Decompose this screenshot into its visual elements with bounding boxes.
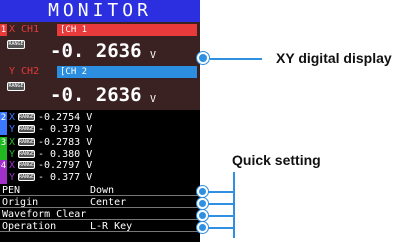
quick-setting-callout-line-4 [208,227,234,229]
ch3-x-unit: V [86,137,93,148]
ch3-y-line: Y RANGE - 0.380 V [9,149,92,160]
setting-pen-key: PEN [2,185,21,196]
ch3-y-unit: V [86,149,93,160]
ch1-y-label: Y CH2 [9,66,40,77]
ch1-tag: 1 [0,24,7,36]
xy-display-callout-dot [197,52,209,64]
ch3-x-line: X RANGE -0.2783 V [9,137,92,148]
quick-settings-panel: PEN Down Origin Center Waveform Clear Op… [0,185,200,242]
ch4-y-line: Y RANGE - 0.377 V [9,172,92,183]
ch4-x-unit: V [86,160,93,171]
quick-setting-callout-line-2 [208,203,234,205]
ch2-y-range-chip[interactable]: RANGE [18,125,35,133]
quick-setting-callout-label: Quick setting [232,152,321,168]
setting-pen-value: Down [90,185,115,196]
ch4-row: 4 X RANGE -0.2797 V Y RANGE - 0.377 V [0,160,200,185]
ch1-x-range-chip[interactable]: RANGE [7,40,25,49]
ch3-y-letter: Y [9,149,16,160]
quick-setting-dot-waveform [197,210,208,221]
quick-setting-callout-line-3 [208,215,234,217]
ch4-y-unit: V [86,172,93,183]
setting-pen[interactable]: PEN Down [0,185,200,196]
ch1-y-range-chip[interactable]: RANGE [7,82,25,91]
ch4-x-letter: X [9,160,16,171]
ch1-y-value: -0. 2636 [50,84,142,106]
setting-origin[interactable]: Origin Center [0,197,200,208]
ch4-x-range-chip[interactable]: RANGE [18,161,35,169]
ch1-x-value: -0. 2636 [50,40,142,62]
ch1-x-label: X CH1 [9,24,40,35]
ch1-y-name[interactable]: [CH 2 [57,66,197,78]
ch2-x-letter: X [9,112,16,123]
monitor-title: MONITOR [0,0,200,22]
ch4-y-value: - 0.377 [38,172,81,183]
ch2-x-range-chip[interactable]: RANGE [18,113,35,121]
setting-origin-value: Center [90,197,127,208]
ch2-y-letter: Y [9,124,16,135]
ch2-x-value: -0.2754 [38,112,81,123]
setting-waveform-clear-key: Waveform Clear [2,209,87,220]
ch4-x-value: -0.2797 [38,160,81,171]
setting-origin-key: Origin [2,197,39,208]
ch4-x-line: X RANGE -0.2797 V [9,160,92,171]
ch3-y-value: - 0.380 [38,149,81,160]
setting-waveform-clear[interactable]: Waveform Clear [0,209,200,220]
quick-setting-callout-line-1 [208,191,234,193]
ch3-y-range-chip[interactable]: RANGE [18,150,35,158]
ch2-y-value: - 0.379 [38,124,81,135]
xy-display-callout-label: XY digital display [276,50,392,66]
ch3-x-range-chip[interactable]: RANGE [18,138,35,146]
ch4-tag: 4 [0,160,7,184]
ch2-y-line: Y RANGE - 0.379 V [9,124,92,135]
ch1-y-unit: V [150,94,157,105]
ch4-y-letter: Y [9,172,16,183]
quick-setting-dot-origin [197,198,208,209]
quick-setting-dot-pen [197,186,208,197]
setting-operation-key: Operation [2,221,57,232]
ch4-y-range-chip[interactable]: RANGE [18,173,35,181]
quick-setting-dot-operation [197,222,208,233]
ch1-x-unit: V [150,50,157,61]
setting-operation-value: L-R Key [90,221,133,232]
ch2-tag: 2 [0,112,7,136]
xy-display-callout-line [210,58,262,60]
ch2-x-line: X RANGE -0.2754 V [9,112,92,123]
setting-operation[interactable]: Operation L-R Key [0,221,200,232]
ch1-x-name[interactable]: [CH 1 [57,24,197,36]
ch3-x-value: -0.2783 [38,137,81,148]
ch2-x-unit: V [86,112,93,123]
ch2-y-unit: V [86,124,93,135]
ch3-x-letter: X [9,137,16,148]
ch3-tag: 3 [0,137,7,161]
monitor-screen: MONITOR 1 X CH1 [CH 1 RANGE -0. 2636 V Y… [0,0,200,242]
